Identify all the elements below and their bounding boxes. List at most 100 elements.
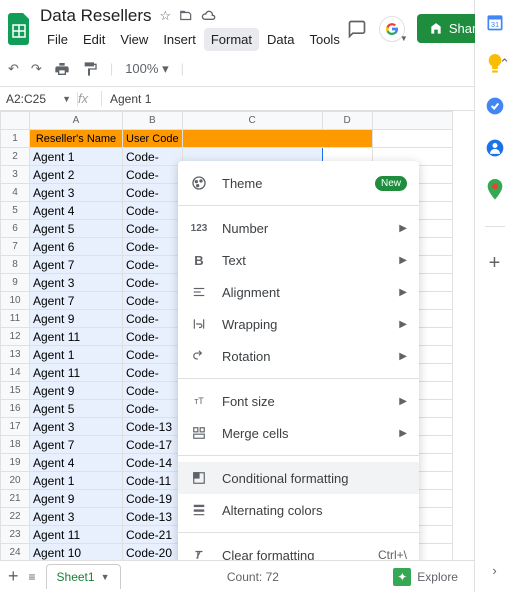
cell[interactable]: Agent 5 [30, 220, 123, 238]
spreadsheet-grid[interactable]: A B C D 1 Reseller's Name User Code Emai… [0, 111, 474, 560]
cell[interactable]: User Code [123, 130, 183, 148]
cell[interactable]: Agent 11 [30, 526, 123, 544]
cell[interactable]: Code- [123, 202, 183, 220]
menu-wrapping[interactable]: Wrapping▶ [178, 308, 419, 340]
cell[interactable]: Reseller's Name [30, 130, 123, 148]
sheets-logo[interactable] [8, 11, 32, 47]
cell[interactable]: Code-17 [123, 436, 183, 454]
cell[interactable]: Code-13 [123, 508, 183, 526]
cell[interactable]: Agent 7 [30, 256, 123, 274]
cell[interactable]: Agent 3 [30, 184, 123, 202]
cell[interactable]: Code- [123, 256, 183, 274]
cell[interactable]: Agent 6 [30, 238, 123, 256]
comments-icon[interactable] [347, 19, 367, 39]
cell[interactable]: Agent 9 [30, 310, 123, 328]
menu-fontsize[interactable]: ᴛTFont size▶ [178, 385, 419, 417]
cell[interactable]: Code-20 [123, 544, 183, 561]
cell[interactable]: Agent 3 [30, 274, 123, 292]
tasks-icon[interactable] [485, 96, 505, 116]
cell[interactable]: Code-21 [123, 526, 183, 544]
alternating-icon [190, 501, 208, 519]
cell[interactable]: Code- [123, 328, 183, 346]
col-header[interactable]: C [182, 112, 322, 130]
cell[interactable]: Code- [123, 148, 183, 166]
count-display[interactable]: Count: 72 [227, 570, 279, 584]
fx-icon: fx [78, 91, 102, 106]
cell[interactable]: Code- [123, 346, 183, 364]
cell[interactable]: Code- [123, 220, 183, 238]
cell[interactable]: Code- [123, 238, 183, 256]
collapse-panel-icon[interactable]: › [485, 560, 505, 580]
cell[interactable]: Agent 1 [30, 148, 123, 166]
cell[interactable]: Agent 11 [30, 364, 123, 382]
add-sheet-icon[interactable]: + [8, 566, 19, 587]
cell[interactable]: Agent 5 [30, 400, 123, 418]
star-icon[interactable]: ☆ [160, 8, 172, 24]
cell[interactable]: Code-19 [123, 490, 183, 508]
contacts-icon[interactable] [485, 138, 505, 158]
cell[interactable]: Code- [123, 292, 183, 310]
addons-icon[interactable]: + [485, 253, 505, 273]
menu-merge[interactable]: Merge cells▶ [178, 417, 419, 449]
menu-rotation[interactable]: Rotation▶ [178, 340, 419, 372]
toolbar-expand-icon[interactable]: ⌃ [499, 56, 510, 72]
document-title[interactable]: Data Resellers [40, 6, 152, 26]
cell[interactable]: Code- [123, 184, 183, 202]
menu-number[interactable]: 123Number▶ [178, 212, 419, 244]
cell[interactable]: Agent 9 [30, 490, 123, 508]
cell[interactable]: Agent 9 [30, 382, 123, 400]
cloud-icon[interactable] [201, 10, 217, 22]
cell[interactable]: Agent 3 [30, 418, 123, 436]
name-box[interactable]: A2:C25▼ [0, 92, 78, 106]
menu-clear-formatting[interactable]: Clear formattingCtrl+\ [178, 539, 419, 560]
cell[interactable]: Code- [123, 400, 183, 418]
cell[interactable]: Agent 2 [30, 166, 123, 184]
cell[interactable]: Agent 11 [30, 328, 123, 346]
cell[interactable]: Agent 3 [30, 508, 123, 526]
cell[interactable]: Code- [123, 166, 183, 184]
cell[interactable]: Agent 7 [30, 292, 123, 310]
cell[interactable]: Code- [123, 382, 183, 400]
move-icon[interactable] [179, 9, 193, 23]
menu-theme[interactable]: Theme New [178, 167, 419, 199]
cell[interactable]: Code-14 [123, 454, 183, 472]
paint-format-icon[interactable] [82, 61, 98, 77]
menu-tools[interactable]: Tools [302, 28, 346, 51]
cell[interactable]: Agent 4 [30, 454, 123, 472]
cell[interactable]: Code-11 [123, 472, 183, 490]
menu-view[interactable]: View [113, 28, 155, 51]
cell[interactable]: Agent 7 [30, 436, 123, 454]
cell[interactable]: Agent 10 [30, 544, 123, 561]
cell[interactable]: Code- [123, 274, 183, 292]
formula-bar[interactable]: Agent 1 [102, 92, 159, 106]
calendar-icon[interactable]: 31 [485, 12, 505, 32]
account-switcher[interactable]: ▼ [379, 16, 405, 42]
explore-button[interactable]: ✦Explore [385, 564, 466, 590]
cell[interactable]: Code-13 [123, 418, 183, 436]
menu-alignment[interactable]: Alignment▶ [178, 276, 419, 308]
col-header[interactable]: A [30, 112, 123, 130]
col-header[interactable]: B [123, 112, 183, 130]
menu-edit[interactable]: Edit [76, 28, 112, 51]
cell[interactable] [182, 130, 372, 148]
menu-alternating-colors[interactable]: Alternating colors [178, 494, 419, 526]
maps-icon[interactable] [485, 180, 505, 200]
menu-insert[interactable]: Insert [156, 28, 203, 51]
menu-text[interactable]: BText▶ [178, 244, 419, 276]
menu-file[interactable]: File [40, 28, 75, 51]
menu-conditional-formatting[interactable]: Conditional formatting [178, 462, 419, 494]
cell[interactable]: Agent 1 [30, 472, 123, 490]
menu-data[interactable]: Data [260, 28, 301, 51]
cell[interactable]: Code- [123, 364, 183, 382]
redo-icon[interactable]: ↷ [31, 61, 42, 77]
all-sheets-icon[interactable]: ≡ [29, 570, 36, 584]
print-icon[interactable] [54, 61, 70, 77]
col-header[interactable]: D [322, 112, 372, 130]
cell[interactable]: Agent 1 [30, 346, 123, 364]
zoom-select[interactable]: 100% ▾ [125, 61, 168, 77]
sheet-tab[interactable]: Sheet1▼ [46, 564, 121, 589]
undo-icon[interactable]: ↶ [8, 61, 19, 77]
cell[interactable]: Code- [123, 310, 183, 328]
menu-format[interactable]: Format [204, 28, 259, 51]
cell[interactable]: Agent 4 [30, 202, 123, 220]
